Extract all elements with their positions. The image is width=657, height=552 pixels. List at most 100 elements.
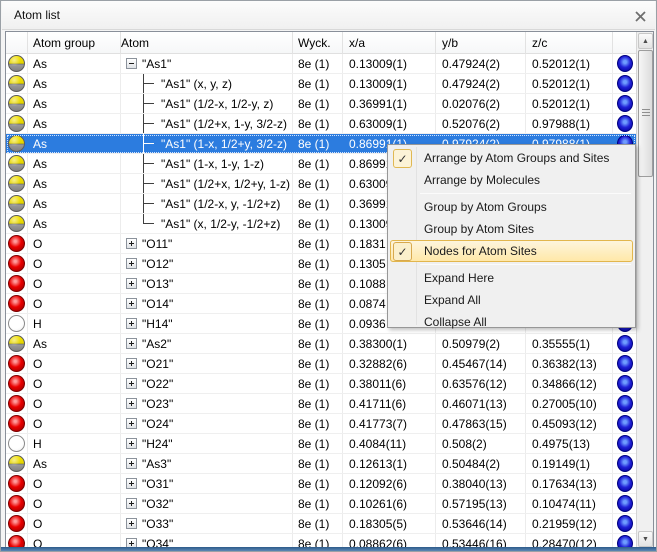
menu-item-nodes-for-atom-sites[interactable]: ✓Nodes for Atom Sites [390, 240, 633, 262]
site-icon-cell [613, 494, 636, 513]
expand-toggle-icon[interactable] [126, 458, 137, 469]
close-button[interactable] [631, 7, 649, 25]
expand-toggle-icon[interactable] [126, 398, 137, 409]
xa-value: 0.13009(1) [343, 54, 436, 73]
site-sphere-icon [617, 375, 633, 392]
xa-value: 0.32882(6) [343, 354, 436, 373]
atom-group-label: As [28, 214, 121, 233]
zc-value: 0.34866(12) [526, 374, 613, 393]
wyckoff-value: 8e (1) [293, 274, 343, 293]
atom-cell: "As1" (x, y, z) [121, 74, 293, 93]
menu-item-arrange-by-molecules[interactable]: Arrange by Molecules [390, 169, 633, 191]
atom-site-label: "As1" (1/2-x, 1/2-y, z) [161, 97, 273, 111]
table-row[interactable]: O"O23"8e (1)0.41711(6)0.46071(13)0.27005… [6, 394, 636, 414]
atom-cell: "O13" [121, 274, 293, 293]
column-header-z-c[interactable]: z/c [526, 32, 613, 54]
expand-toggle-icon[interactable] [126, 318, 137, 329]
as-sphere-icon [8, 215, 25, 232]
yb-value: 0.508(2) [436, 434, 526, 453]
atom-group-icon-cell [6, 94, 28, 113]
atom-label: "O14" [142, 297, 173, 311]
zc-value: 0.4975(13) [526, 434, 613, 453]
menu-item-group-by-atom-sites[interactable]: Group by Atom Sites [390, 218, 633, 240]
table-row[interactable]: O"O34"8e (1)0.08862(6)0.53446(16)0.28470… [6, 534, 636, 548]
atom-cell: "As1" (1/2-x, y, -1/2+z) [121, 194, 293, 213]
as-sphere-icon [8, 55, 25, 72]
atom-group-icon-cell [6, 194, 28, 213]
wyckoff-value: 8e (1) [293, 394, 343, 413]
o-sphere-icon [8, 255, 25, 272]
wyckoff-value: 8e (1) [293, 134, 343, 153]
atom-group-label: O [28, 494, 121, 513]
collapse-toggle-icon[interactable] [126, 58, 137, 69]
table-row[interactable]: As"As1"8e (1)0.13009(1)0.47924(2)0.52012… [6, 54, 636, 74]
tree-branch-connector [143, 143, 154, 144]
menu-item-label: Arrange by Atom Groups and Sites [424, 151, 609, 165]
zc-value: 0.45093(12) [526, 414, 613, 433]
menu-item-expand-all[interactable]: Expand All [390, 289, 633, 311]
expand-toggle-icon[interactable] [126, 378, 137, 389]
tree-branch-connector [143, 223, 154, 224]
column-header-atom-group[interactable]: Atom group [28, 32, 121, 54]
atom-label: "O33" [142, 517, 173, 531]
atom-cell: "O33" [121, 514, 293, 533]
expand-toggle-icon[interactable] [126, 338, 137, 349]
column-header-blank[interactable] [6, 32, 28, 54]
table-row[interactable]: O"O21"8e (1)0.32882(6)0.45467(14)0.36382… [6, 354, 636, 374]
scrollbar-thumb[interactable] [638, 50, 653, 177]
expand-toggle-icon[interactable] [126, 498, 137, 509]
table-row[interactable]: As"As1" (x, y, z)8e (1)0.13009(1)0.47924… [6, 74, 636, 94]
as-sphere-icon [8, 115, 25, 132]
table-row[interactable]: O"O33"8e (1)0.18305(5)0.53646(14)0.21959… [6, 514, 636, 534]
atom-label: "O23" [142, 397, 173, 411]
menu-item-group-by-atom-groups[interactable]: Group by Atom Groups [390, 196, 633, 218]
wyckoff-value: 8e (1) [293, 314, 343, 333]
atom-site-label: "As1" (1/2+x, 1/2+y, 1-z) [161, 177, 290, 191]
expand-toggle-icon[interactable] [126, 298, 137, 309]
o-sphere-icon [8, 275, 25, 292]
atom-cell: "H24" [121, 434, 293, 453]
menu-separator [420, 193, 631, 194]
yb-value: 0.50979(2) [436, 334, 526, 353]
vertical-scrollbar[interactable]: ▲ ▼ [636, 32, 653, 548]
menu-item-expand-here[interactable]: Expand Here [390, 267, 633, 289]
site-sphere-icon [617, 475, 633, 492]
table-row[interactable]: As"As1" (1/2-x, 1/2-y, z)8e (1)0.36991(1… [6, 94, 636, 114]
table-row[interactable]: As"As1" (1/2+x, 1-y, 3/2-z)8e (1)0.63009… [6, 114, 636, 134]
menu-item-collapse-all[interactable]: Collapse All [390, 311, 633, 333]
table-row[interactable]: H"H24"8e (1)0.4084(11)0.508(2)0.4975(13) [6, 434, 636, 454]
expand-toggle-icon[interactable] [126, 478, 137, 489]
expand-toggle-icon[interactable] [126, 358, 137, 369]
site-icon-cell [613, 534, 636, 548]
expand-toggle-icon[interactable] [126, 518, 137, 529]
tree-branch-connector [143, 183, 154, 184]
atom-cell: "As1" (1-x, 1/2+y, 3/2-z) [121, 134, 293, 153]
expand-toggle-icon[interactable] [126, 258, 137, 269]
wyckoff-value: 8e (1) [293, 354, 343, 373]
menu-item-arrange-by-atom-groups-and-sites[interactable]: ✓Arrange by Atom Groups and Sites [390, 147, 633, 169]
column-header-atom[interactable]: Atom [121, 32, 293, 54]
atom-cell: "As1" (x, 1/2-y, -1/2+z) [121, 214, 293, 233]
scrollbar-down-button[interactable]: ▼ [638, 531, 653, 547]
table-row[interactable]: O"O31"8e (1)0.12092(6)0.38040(13)0.17634… [6, 474, 636, 494]
column-header-x-a[interactable]: x/a [343, 32, 436, 54]
table-row[interactable]: O"O32"8e (1)0.10261(6)0.57195(13)0.10474… [6, 494, 636, 514]
table-row[interactable]: As"As3"8e (1)0.12613(1)0.50484(2)0.19149… [6, 454, 636, 474]
expand-toggle-icon[interactable] [126, 238, 137, 249]
atom-group-label: O [28, 414, 121, 433]
as-sphere-icon [8, 455, 25, 472]
expand-toggle-icon[interactable] [126, 278, 137, 289]
scrollbar-up-button[interactable]: ▲ [638, 33, 653, 49]
table-row[interactable]: O"O22"8e (1)0.38011(6)0.63576(12)0.34866… [6, 374, 636, 394]
column-header-y-b[interactable]: y/b [436, 32, 526, 54]
column-header-blank[interactable] [613, 32, 636, 54]
atom-group-icon-cell [6, 534, 28, 548]
table-row[interactable]: O"O24"8e (1)0.41773(7)0.47863(15)0.45093… [6, 414, 636, 434]
table-row[interactable]: As"As2"8e (1)0.38300(1)0.50979(2)0.35555… [6, 334, 636, 354]
site-icon-cell [613, 374, 636, 393]
expand-toggle-icon[interactable] [126, 418, 137, 429]
atom-group-label: As [28, 54, 121, 73]
column-header-wyck[interactable]: Wyck. [293, 32, 343, 54]
site-icon-cell [613, 474, 636, 493]
expand-toggle-icon[interactable] [126, 438, 137, 449]
